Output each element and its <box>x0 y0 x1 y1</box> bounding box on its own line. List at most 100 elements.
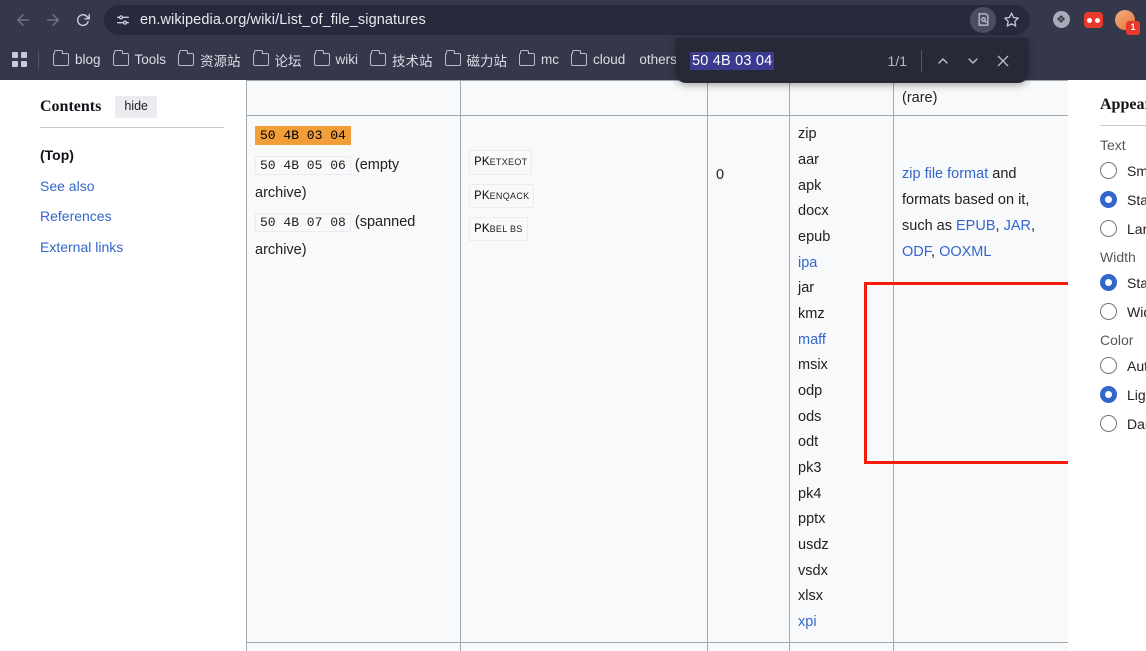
hex-signature-line: 50 4B 05 06 (empty archive) <box>255 152 452 207</box>
reading-mode-icon[interactable] <box>970 6 996 33</box>
folder-icon <box>112 49 129 66</box>
list-item: vsdx <box>798 562 828 579</box>
radio-icon <box>1100 415 1117 432</box>
forward-button[interactable] <box>38 5 68 35</box>
list-item: jar <box>798 280 815 297</box>
radio-option-text-standard[interactable]: Standard <box>1100 191 1146 208</box>
toc-title: Contents <box>40 97 102 115</box>
radio-icon <box>1100 357 1117 374</box>
browser-toolbar: en.wikipedia.org/wiki/List_of_file_signa… <box>0 0 1146 39</box>
find-previous-button[interactable] <box>928 46 958 76</box>
list-item: zip <box>798 126 817 143</box>
bookmark-item[interactable]: Tools <box>107 48 173 71</box>
link-epub[interactable]: EPUB <box>956 218 996 234</box>
cell-extensions <box>789 641 894 651</box>
bookmark-label: Tools <box>134 52 167 67</box>
bookmark-item[interactable]: wiki <box>308 48 365 71</box>
extension-link-ipa[interactable]: ipa <box>798 255 817 271</box>
toc-item-top[interactable]: (Top) <box>40 140 224 171</box>
address-bar[interactable]: en.wikipedia.org/wiki/List_of_file_signa… <box>104 4 1030 35</box>
folder-icon <box>53 49 69 66</box>
bookmark-label: 资源站 <box>200 53 241 69</box>
bookmarks-separator <box>38 50 39 69</box>
cell-offset: 0 <box>707 115 790 643</box>
extension-red-button[interactable] <box>1080 7 1106 33</box>
list-item: msix <box>798 357 828 374</box>
radio-label: Large <box>1127 220 1146 237</box>
cell-hex <box>246 80 461 117</box>
extension-link-xpi[interactable]: xpi <box>798 614 817 630</box>
radio-icon <box>1100 162 1117 179</box>
find-close-button[interactable] <box>988 46 1018 76</box>
bookmark-label: blog <box>75 52 101 67</box>
site-settings-icon[interactable] <box>112 9 134 31</box>
ascii-prefix: PK <box>474 187 490 203</box>
bookmark-label: 技术站 <box>392 53 433 69</box>
toc-item-see-also[interactable]: See also <box>40 171 224 202</box>
ascii-line: PKENQACK <box>469 183 699 217</box>
hex-signature-highlighted: 50 4B 03 04 <box>255 126 351 146</box>
bookmark-label: cloud <box>593 52 626 67</box>
bookmark-item[interactable]: mc <box>513 48 565 71</box>
find-match-count: 1/1 <box>887 52 907 69</box>
extensions-puzzle-button[interactable]: ❖ <box>1048 7 1074 33</box>
link-jar[interactable]: JAR <box>1004 218 1031 234</box>
find-input[interactable]: 50 4B 03 04 <box>690 51 888 70</box>
bookmark-item[interactable]: 磁力站 <box>439 46 514 74</box>
back-button[interactable] <box>8 5 38 35</box>
address-bar-url: en.wikipedia.org/wiki/List_of_file_signa… <box>140 11 426 28</box>
hex-signature: 50 4B 07 08 <box>255 213 351 233</box>
link-ooxml[interactable]: OOXML <box>939 244 991 260</box>
toc-item-references[interactable]: References <box>40 201 224 232</box>
toc-item-external-links[interactable]: External links <box>40 232 224 263</box>
link-odf[interactable]: ODF <box>902 244 931 260</box>
radio-label: Standard <box>1127 191 1146 208</box>
find-query-text: 50 4B 03 04 <box>690 51 775 70</box>
toc-divider <box>40 126 224 128</box>
list-item: odp <box>798 383 823 400</box>
find-next-button[interactable] <box>958 46 988 76</box>
description-plain: , <box>1030 218 1035 235</box>
ascii-signature: PKETXEOT <box>469 150 533 175</box>
radio-label: Small <box>1127 162 1146 179</box>
profile-badge: 1 <box>1126 20 1140 35</box>
radio-option-width-wide[interactable]: Wide <box>1100 303 1146 320</box>
apps-grid-icon[interactable] <box>6 47 32 73</box>
table-row: (rare) <box>246 80 1068 117</box>
bookmarks-overflow-label[interactable]: others <box>639 52 677 67</box>
chevron-up-icon <box>938 57 948 64</box>
radio-option-text-large[interactable]: Large <box>1100 220 1146 237</box>
ascii-control-chars: ETXEOT <box>489 157 528 168</box>
list-item: docx <box>798 203 829 220</box>
bookmark-star-icon[interactable] <box>998 7 1024 33</box>
list-item: xlsx <box>798 588 823 605</box>
radio-option-text-small[interactable]: Small <box>1100 162 1146 179</box>
ascii-line: PKETXEOT <box>469 150 699 183</box>
reload-button[interactable] <box>68 5 98 35</box>
cell-offset <box>707 80 790 117</box>
link-zip-file-format[interactable]: zip file format <box>902 166 988 182</box>
bookmark-item[interactable]: 资源站 <box>172 46 247 74</box>
cell-extensions <box>789 80 894 117</box>
list-item: usdz <box>798 536 829 553</box>
radio-option-color-light[interactable]: Light <box>1100 386 1146 403</box>
toc-hide-button[interactable]: hide <box>115 96 157 118</box>
profile-button[interactable]: 1 <box>1112 7 1140 35</box>
appearance-group-width-label: Width <box>1100 249 1136 265</box>
bookmark-item[interactable]: blog <box>47 48 107 71</box>
hex-signature-line: 50 4B 03 04 <box>255 122 452 150</box>
ascii-prefix: PK <box>474 220 490 236</box>
cell-description: (rare) <box>893 80 1068 117</box>
radio-icon <box>1100 303 1117 320</box>
radio-option-color-automatic[interactable]: Automatic <box>1100 357 1146 374</box>
bookmark-item[interactable]: cloud <box>565 48 631 71</box>
close-icon <box>997 55 1009 66</box>
list-item: pk4 <box>798 485 822 502</box>
bookmark-item[interactable]: 技术站 <box>364 46 439 74</box>
bookmark-item[interactable]: 论坛 <box>247 46 308 74</box>
ascii-control-chars: BEL BS <box>489 223 523 234</box>
radio-option-color-dark[interactable]: Dark <box>1100 415 1146 432</box>
extension-link-maff[interactable]: maff <box>798 332 826 348</box>
radio-option-width-standard[interactable]: Standard <box>1100 274 1146 291</box>
arrow-back-icon <box>17 13 29 26</box>
